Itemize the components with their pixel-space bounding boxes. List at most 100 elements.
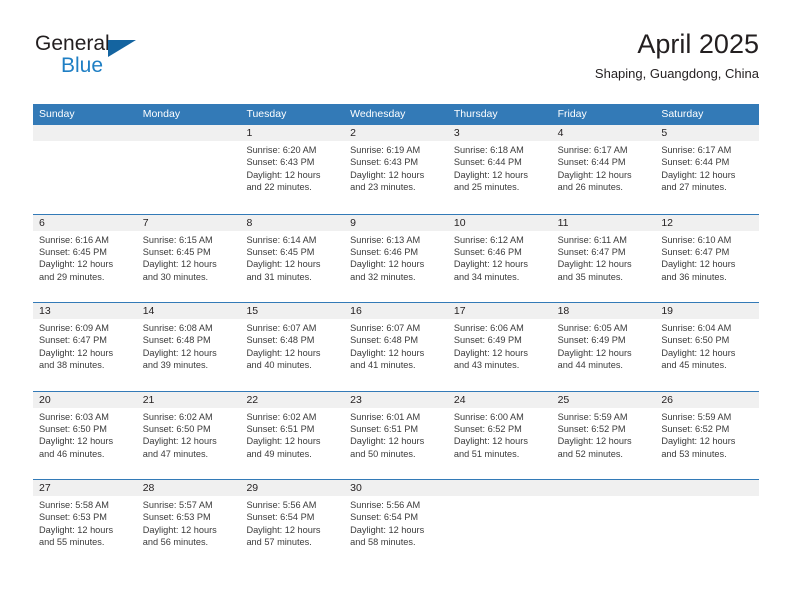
- day-cell[interactable]: 6 Sunrise: 6:16 AM Sunset: 6:45 PM Dayli…: [33, 214, 137, 302]
- sunset-text: Sunset: 6:53 PM: [39, 512, 107, 523]
- day-details: Sunrise: 6:00 AM Sunset: 6:52 PM Dayligh…: [448, 408, 552, 461]
- day-cell[interactable]: 4 Sunrise: 6:17 AM Sunset: 6:44 PM Dayli…: [551, 125, 656, 214]
- day-number: 14: [136, 303, 241, 319]
- day-cell[interactable]: [33, 125, 137, 214]
- day-cell[interactable]: 15 Sunrise: 6:07 AM Sunset: 6:48 PM Dayl…: [240, 303, 345, 391]
- weekday-header-tuesday: Tuesday: [246, 108, 287, 120]
- sunset-text: Sunset: 6:54 PM: [350, 512, 419, 523]
- day-details: [655, 496, 759, 499]
- daylight-text-line2: and 50 minutes.: [350, 448, 416, 459]
- day-cell[interactable]: 1 Sunrise: 6:20 AM Sunset: 6:43 PM Dayli…: [240, 125, 345, 214]
- day-details: Sunrise: 6:02 AM Sunset: 6:51 PM Dayligh…: [240, 408, 344, 461]
- day-cell[interactable]: 26 Sunrise: 5:59 AM Sunset: 6:52 PM Dayl…: [655, 391, 760, 479]
- day-cell[interactable]: 14 Sunrise: 6:08 AM Sunset: 6:48 PM Dayl…: [136, 303, 241, 391]
- daylight-text-line1: Daylight: 12 hours: [246, 259, 321, 270]
- day-cell[interactable]: 25 Sunrise: 5:59 AM Sunset: 6:52 PM Dayl…: [551, 391, 656, 479]
- day-cell[interactable]: 28 Sunrise: 5:57 AM Sunset: 6:53 PM Dayl…: [136, 480, 241, 568]
- day-cell[interactable]: 29 Sunrise: 5:56 AM Sunset: 6:54 PM Dayl…: [240, 480, 345, 568]
- week-row: 6 Sunrise: 6:16 AM Sunset: 6:45 PM Dayli…: [33, 213, 760, 302]
- day-number: 1: [240, 125, 345, 141]
- day-cell[interactable]: 17 Sunrise: 6:06 AM Sunset: 6:49 PM Dayl…: [447, 303, 552, 391]
- week-row: 20 Sunrise: 6:03 AM Sunset: 6:50 PM Dayl…: [33, 390, 760, 479]
- day-number: 6: [33, 214, 137, 231]
- day-details: Sunrise: 6:02 AM Sunset: 6:50 PM Dayligh…: [137, 408, 241, 461]
- day-cell[interactable]: 12 Sunrise: 6:10 AM Sunset: 6:47 PM Dayl…: [655, 214, 760, 302]
- daylight-text-line1: Daylight: 12 hours: [246, 347, 321, 358]
- day-details: Sunrise: 6:14 AM Sunset: 6:45 PM Dayligh…: [240, 231, 344, 284]
- day-cell[interactable]: 30 Sunrise: 5:56 AM Sunset: 6:54 PM Dayl…: [344, 480, 448, 568]
- daylight-text-line2: and 30 minutes.: [142, 271, 209, 282]
- day-cell[interactable]: [551, 480, 656, 568]
- weekday-header-wednesday: Wednesday: [350, 108, 406, 120]
- day-details: Sunrise: 5:57 AM Sunset: 6:53 PM Dayligh…: [137, 496, 241, 549]
- day-details: Sunrise: 6:17 AM Sunset: 6:44 PM Dayligh…: [552, 141, 656, 194]
- weekday-header-friday: Friday: [557, 108, 587, 120]
- day-cell[interactable]: 3 Sunrise: 6:18 AM Sunset: 6:44 PM Dayli…: [447, 125, 552, 214]
- day-number: 30: [344, 480, 448, 496]
- day-cell[interactable]: 18 Sunrise: 6:05 AM Sunset: 6:49 PM Dayl…: [551, 303, 656, 391]
- day-cell[interactable]: 9 Sunrise: 6:13 AM Sunset: 6:46 PM Dayli…: [344, 214, 448, 302]
- weekday-header-thursday: Thursday: [453, 108, 498, 120]
- day-details: Sunrise: 6:13 AM Sunset: 6:46 PM Dayligh…: [344, 231, 448, 284]
- sunset-text: Sunset: 6:50 PM: [39, 423, 107, 434]
- sunset-text: Sunset: 6:48 PM: [142, 335, 211, 346]
- daylight-text-line2: and 36 minutes.: [661, 271, 727, 282]
- day-details: Sunrise: 6:18 AM Sunset: 6:44 PM Dayligh…: [448, 141, 552, 194]
- weekday-header-saturday: Saturday: [661, 108, 704, 120]
- day-cell[interactable]: [447, 480, 552, 568]
- daylight-text-line2: and 52 minutes.: [557, 448, 623, 459]
- daylight-text-line1: Daylight: 12 hours: [246, 524, 321, 535]
- daylight-text-line2: and 34 minutes.: [453, 271, 520, 282]
- day-number: [447, 480, 552, 496]
- day-details: Sunrise: 6:10 AM Sunset: 6:47 PM Dayligh…: [655, 231, 759, 284]
- day-details: Sunrise: 6:11 AM Sunset: 6:47 PM Dayligh…: [552, 231, 656, 284]
- sunset-text: Sunset: 6:47 PM: [557, 246, 626, 257]
- sunrise-text: Sunrise: 6:10 AM: [661, 234, 732, 245]
- day-cell[interactable]: [136, 125, 241, 214]
- day-number: 5: [655, 125, 760, 141]
- sunrise-text: Sunrise: 5:56 AM: [246, 500, 317, 510]
- daylight-text-line2: and 25 minutes.: [453, 182, 520, 193]
- day-number: [655, 480, 760, 496]
- sunset-text: Sunset: 6:44 PM: [557, 157, 626, 168]
- sunrise-text: Sunrise: 6:05 AM: [557, 323, 628, 333]
- day-details: Sunrise: 6:08 AM Sunset: 6:48 PM Dayligh…: [137, 319, 241, 372]
- day-details: Sunrise: 6:07 AM Sunset: 6:48 PM Dayligh…: [344, 319, 448, 372]
- day-cell[interactable]: 20 Sunrise: 6:03 AM Sunset: 6:50 PM Dayl…: [33, 391, 137, 479]
- daylight-text-line2: and 55 minutes.: [39, 537, 105, 548]
- day-cell[interactable]: 22 Sunrise: 6:02 AM Sunset: 6:51 PM Dayl…: [240, 391, 345, 479]
- day-cell[interactable]: 5 Sunrise: 6:17 AM Sunset: 6:44 PM Dayli…: [655, 125, 760, 214]
- day-cell[interactable]: 23 Sunrise: 6:01 AM Sunset: 6:51 PM Dayl…: [344, 391, 448, 479]
- sunset-text: Sunset: 6:51 PM: [350, 423, 419, 434]
- day-cell[interactable]: 16 Sunrise: 6:07 AM Sunset: 6:48 PM Dayl…: [344, 303, 448, 391]
- brand-logo[interactable]: General Blue: [33, 32, 223, 88]
- day-details: Sunrise: 6:12 AM Sunset: 6:46 PM Dayligh…: [448, 231, 552, 284]
- day-cell[interactable]: 13 Sunrise: 6:09 AM Sunset: 6:47 PM Dayl…: [33, 303, 137, 391]
- week-row: 27 Sunrise: 5:58 AM Sunset: 6:53 PM Dayl…: [33, 479, 760, 568]
- day-details: Sunrise: 5:59 AM Sunset: 6:52 PM Dayligh…: [552, 408, 656, 461]
- day-cell[interactable]: 8 Sunrise: 6:14 AM Sunset: 6:45 PM Dayli…: [240, 214, 345, 302]
- day-cell[interactable]: 10 Sunrise: 6:12 AM Sunset: 6:46 PM Dayl…: [447, 214, 552, 302]
- day-cell[interactable]: 24 Sunrise: 6:00 AM Sunset: 6:52 PM Dayl…: [447, 391, 552, 479]
- day-cell[interactable]: 21 Sunrise: 6:02 AM Sunset: 6:50 PM Dayl…: [136, 391, 241, 479]
- daylight-text-line1: Daylight: 12 hours: [350, 524, 425, 535]
- sunset-text: Sunset: 6:49 PM: [453, 335, 522, 346]
- sunrise-text: Sunrise: 6:03 AM: [39, 411, 109, 422]
- day-details: [137, 141, 241, 144]
- day-cell[interactable]: 27 Sunrise: 5:58 AM Sunset: 6:53 PM Dayl…: [33, 480, 137, 568]
- daylight-text-line2: and 27 minutes.: [661, 182, 727, 193]
- day-cell[interactable]: 7 Sunrise: 6:15 AM Sunset: 6:45 PM Dayli…: [136, 214, 241, 302]
- day-cell[interactable]: [655, 480, 760, 568]
- title-block: April 2025 Shaping, Guangdong, China: [595, 28, 759, 84]
- day-number: 13: [33, 303, 137, 319]
- day-cell[interactable]: 11 Sunrise: 6:11 AM Sunset: 6:47 PM Dayl…: [551, 214, 656, 302]
- day-cell[interactable]: 19 Sunrise: 6:04 AM Sunset: 6:50 PM Dayl…: [655, 303, 760, 391]
- brand-name-blue: Blue: [61, 54, 104, 77]
- brand-triangle-icon: [108, 40, 136, 57]
- sunrise-text: Sunrise: 6:00 AM: [453, 411, 524, 422]
- day-cell[interactable]: 2 Sunrise: 6:19 AM Sunset: 6:43 PM Dayli…: [344, 125, 448, 214]
- day-number: 4: [551, 125, 656, 141]
- day-number: 16: [344, 303, 448, 319]
- day-number: 12: [655, 214, 760, 231]
- day-details: [33, 141, 137, 144]
